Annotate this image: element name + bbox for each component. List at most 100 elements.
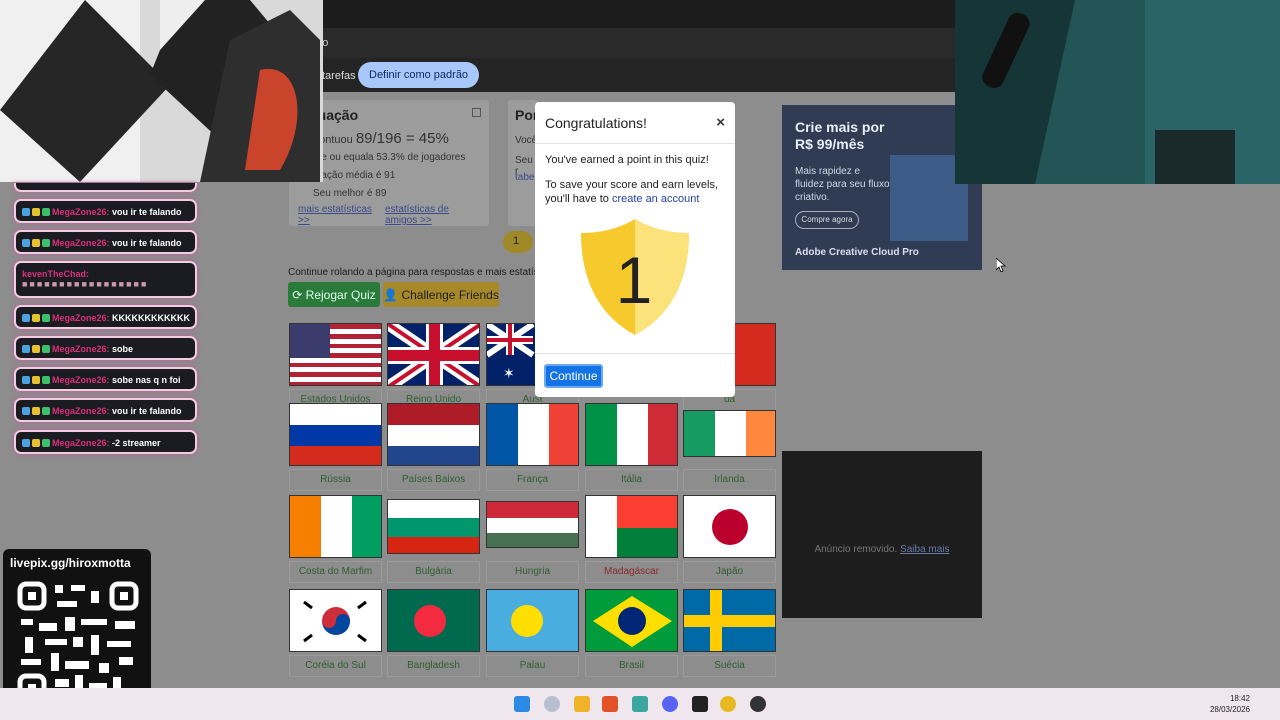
set-default-button[interactable]: Definir como padrão xyxy=(358,62,480,88)
average-text: tuação média é 91 xyxy=(313,170,396,181)
modal-title: Congratulations! xyxy=(545,115,647,131)
replay-quiz-button[interactable]: ⟳ Rejogar Quiz xyxy=(288,282,380,307)
flag-item[interactable]: Reino Unido xyxy=(387,323,480,411)
flag-russia xyxy=(289,403,382,466)
webcam-overlay-right xyxy=(955,0,1280,184)
flag-caption: França xyxy=(486,469,579,491)
flag-caption: Bulgária xyxy=(387,561,480,583)
chrome-icon[interactable] xyxy=(720,696,736,712)
create-account-link[interactable]: create an account xyxy=(612,193,699,205)
flag-caption: Brasil xyxy=(585,655,678,677)
file-explorer-icon[interactable] xyxy=(574,696,590,712)
chat-message: MegaZone26: sobe nas q n foi xyxy=(14,367,197,391)
flag-italy xyxy=(585,403,678,466)
flag-item[interactable]: Bangladesh xyxy=(387,589,480,677)
congratulations-modal: Congratulations! × You've earned a point… xyxy=(535,102,735,397)
copy-icon[interactable] xyxy=(472,108,481,117)
ad-headline: Crie mais por R$ 99/mês xyxy=(795,119,885,152)
points-line: Você xyxy=(515,135,538,146)
flag-caption: Bangladesh xyxy=(387,655,480,677)
flag-bulgaria xyxy=(387,499,480,554)
flag-sweden xyxy=(683,589,776,652)
flag-south-korea xyxy=(289,589,382,652)
friends-stats-link[interactable]: estatísticas de amigos >> xyxy=(385,204,480,226)
flag-item[interactable]: Madagáscar xyxy=(585,495,678,583)
badge-icon xyxy=(32,407,40,415)
flag-japan xyxy=(683,495,776,558)
flag-netherlands xyxy=(387,403,480,466)
level-badge: 1 xyxy=(503,231,533,253)
ad-body: Mais rapidez e fluidez para seu fluxo cr… xyxy=(795,166,890,203)
continue-note: Continue rolando a página para respostas… xyxy=(288,267,555,278)
ad-removed-text: Anúncio removido. Saiba mais xyxy=(814,544,950,555)
system-clock[interactable]: 18:42 28/03/2026 xyxy=(1210,693,1250,715)
flag-caption: Países Baixos xyxy=(387,469,480,491)
flag-item[interactable]: Brasil xyxy=(585,589,678,677)
chat-message: MegaZone26: -2 streamer xyxy=(14,430,197,454)
flag-item[interactable]: Japão xyxy=(683,495,776,583)
ad-cta-button[interactable]: Compre agora xyxy=(795,211,859,229)
flag-brazil xyxy=(585,589,678,652)
continue-button[interactable]: Continue xyxy=(544,364,603,388)
score-line: pontuou 89/196 = 45% xyxy=(313,130,449,147)
flag-item[interactable]: Países Baixos xyxy=(387,403,480,491)
chat-message: MegaZone26: vou ir te falando xyxy=(14,398,197,422)
chat-message: MegaZone26: vou ir te falando xyxy=(14,199,197,223)
ad-brand: Adobe Creative Cloud Pro xyxy=(795,247,919,258)
modal-footer: Continue xyxy=(535,353,735,397)
chat-message: MegaZone26: KKKKKKKKKKKK xyxy=(14,305,197,329)
badge-icon xyxy=(32,345,40,353)
qr-code-icon xyxy=(15,579,141,705)
badge-icon xyxy=(22,345,30,353)
shield-icon: 1 xyxy=(578,217,692,337)
flag-caption: Palau xyxy=(486,655,579,677)
flag-france xyxy=(486,403,579,466)
flag-item[interactable]: Rússia xyxy=(289,403,382,491)
badge-icon xyxy=(32,239,40,247)
learn-more-link[interactable]: Saiba mais xyxy=(900,544,949,555)
challenge-friends-button[interactable]: 👤 Challenge Friends xyxy=(383,282,499,307)
terminal-icon[interactable] xyxy=(692,696,708,712)
flag-caption: Irlanda xyxy=(683,469,776,491)
more-stats-link[interactable]: mais estatísticas >> xyxy=(298,204,373,226)
flag-item[interactable]: Estados Unidos xyxy=(289,323,382,411)
flag-item[interactable]: Itália xyxy=(585,403,678,491)
flag-caption: Coréia do Sul xyxy=(289,655,382,677)
chat-message: kevenTheChad: ■■■■■■■■■■■■■■■■■ xyxy=(14,261,197,298)
app-icon[interactable] xyxy=(632,696,648,712)
flag-item[interactable]: França xyxy=(486,403,579,491)
bookmark-item[interactable]: tarefas xyxy=(322,70,356,82)
livepix-label: livepix.gg/hiroxmotta xyxy=(10,556,131,570)
webcam-overlay-left xyxy=(0,0,323,182)
badge-icon xyxy=(42,208,50,216)
obs-icon[interactable] xyxy=(750,696,766,712)
discord-icon[interactable] xyxy=(662,696,678,712)
flag-item[interactable]: Irlanda xyxy=(683,403,776,491)
close-icon[interactable]: × xyxy=(716,114,725,131)
flag-caption: Japão xyxy=(683,561,776,583)
score-value: 89/196 = 45% xyxy=(355,130,449,147)
leaderboard-link[interactable]: tabel xyxy=(515,172,537,183)
flag-item[interactable]: Coréia do Sul xyxy=(289,589,382,677)
flag-caption: Madagáscar xyxy=(585,561,678,583)
flag-item[interactable]: Costa do Marfim xyxy=(289,495,382,583)
windows-start-icon[interactable] xyxy=(514,696,530,712)
badge-icon xyxy=(32,314,40,322)
emote-row: ■■■■■■■■■■■■■■■■■ xyxy=(22,279,149,289)
flag-item[interactable]: Suécia xyxy=(683,589,776,677)
flag-item[interactable]: Bulgária xyxy=(387,495,480,583)
badge-icon xyxy=(42,239,50,247)
badge-icon xyxy=(42,345,50,353)
brave-browser-icon[interactable] xyxy=(602,696,618,712)
points-card: Pon Você Seu r tabel xyxy=(508,100,541,226)
best-text: Seu melhor é 89 xyxy=(313,188,387,199)
flag-item[interactable]: Palau xyxy=(486,589,579,677)
adobe-ad[interactable]: Crie mais por R$ 99/mês Mais rapidez e fl… xyxy=(782,105,982,270)
modal-account-message: To save your score and earn levels, you'… xyxy=(545,179,719,205)
flag-usa xyxy=(289,323,382,386)
badge-icon xyxy=(32,376,40,384)
removed-ad-slot: Anúncio removido. Saiba mais xyxy=(782,451,982,618)
search-icon[interactable] xyxy=(544,696,560,712)
flag-item[interactable]: Hungria xyxy=(486,495,579,583)
user-plus-icon: 👤 xyxy=(383,287,402,302)
